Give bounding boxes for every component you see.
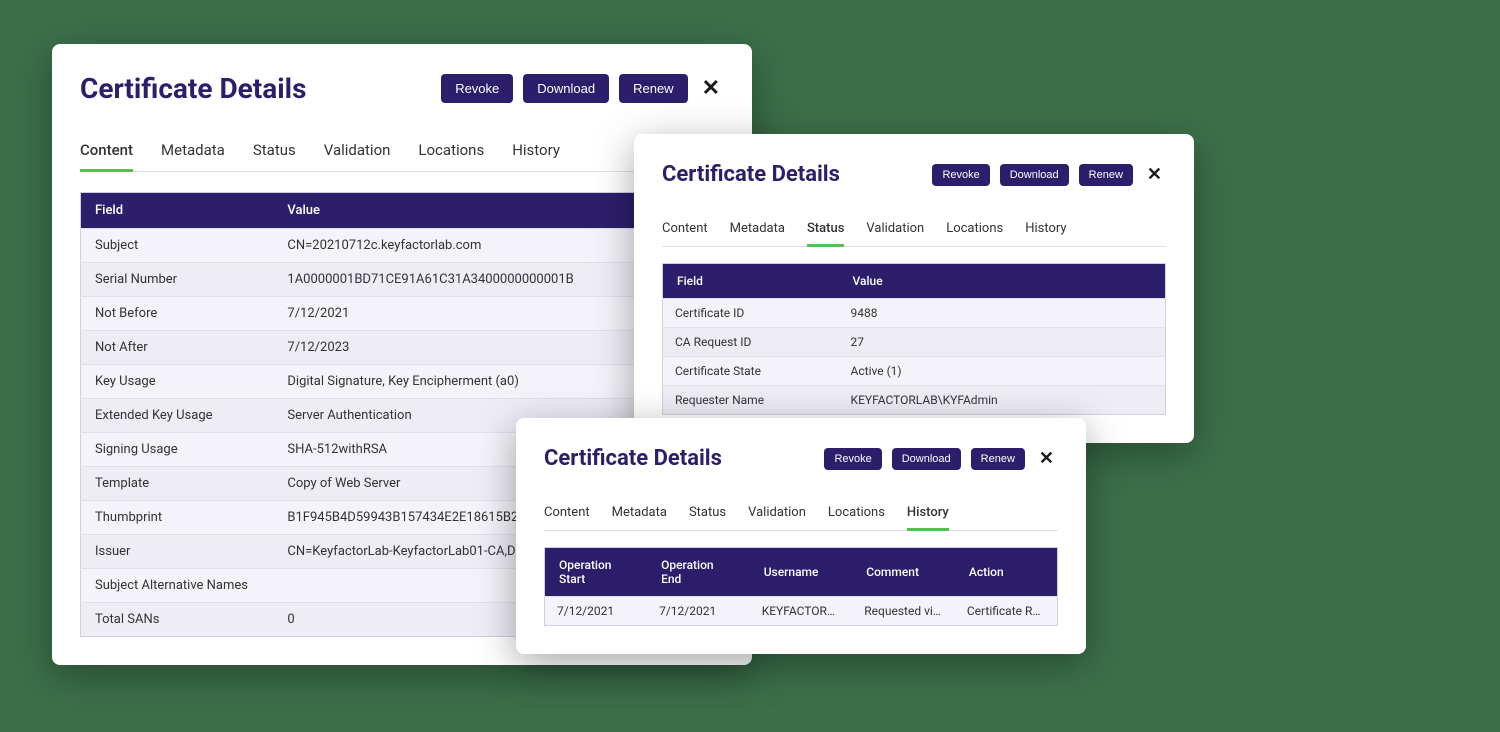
tab-metadata[interactable]: Metadata (730, 215, 785, 247)
renew-button[interactable]: Renew (1079, 164, 1133, 186)
download-button[interactable]: Download (523, 74, 609, 103)
tab-locations[interactable]: Locations (418, 133, 484, 172)
table-row[interactable]: Requester NameKEYFACTORLAB\KYFAdmin (663, 386, 1166, 415)
col-field: Field (81, 193, 274, 229)
table-row[interactable]: Certificate ID9488 (663, 299, 1166, 328)
revoke-button[interactable]: Revoke (441, 74, 513, 103)
col-action: Action (955, 548, 1058, 597)
tabs: Content Metadata Status Validation Locat… (80, 133, 724, 172)
cert-details-dialog-history: Certificate Details Revoke Download Rene… (516, 418, 1086, 654)
tabs: Content Metadata Status Validation Locat… (544, 499, 1058, 531)
table-row[interactable]: Not After7/12/2023 (81, 331, 724, 365)
header-actions: Revoke Download Renew ✕ (932, 164, 1166, 186)
status-table: Field Value Certificate ID9488 CA Reques… (662, 263, 1166, 415)
tab-history[interactable]: History (907, 499, 949, 531)
tab-validation[interactable]: Validation (748, 499, 806, 531)
tab-locations[interactable]: Locations (946, 215, 1003, 247)
col-value: Value (839, 264, 1166, 299)
tab-history[interactable]: History (512, 133, 560, 172)
tab-status[interactable]: Status (807, 215, 844, 247)
col-op-end: Operation End (647, 548, 750, 597)
table-row[interactable]: Serial Number1A0000001BD71CE91A61C31A340… (81, 263, 724, 297)
tab-content[interactable]: Content (662, 215, 708, 247)
download-button[interactable]: Download (892, 448, 961, 470)
close-icon[interactable]: ✕ (1035, 450, 1058, 468)
dialog-title: Certificate Details (662, 162, 840, 187)
history-table: Operation Start Operation End Username C… (544, 547, 1058, 626)
tab-metadata[interactable]: Metadata (161, 133, 225, 172)
table-row[interactable]: SubjectCN=20210712c.keyfactorlab.com (81, 229, 724, 263)
dialog-header: Certificate Details Revoke Download Rene… (80, 72, 724, 105)
download-button[interactable]: Download (1000, 164, 1069, 186)
header-actions: Revoke Download Renew ✕ (441, 74, 724, 103)
tab-content[interactable]: Content (544, 499, 590, 531)
dialog-title: Certificate Details (544, 446, 722, 471)
cert-details-dialog-status: Certificate Details Revoke Download Rene… (634, 134, 1194, 443)
tab-status[interactable]: Status (253, 133, 296, 172)
tab-history[interactable]: History (1025, 215, 1066, 247)
close-icon[interactable]: ✕ (698, 78, 724, 100)
tab-status[interactable]: Status (689, 499, 726, 531)
col-op-start: Operation Start (545, 548, 648, 597)
renew-button[interactable]: Renew (619, 74, 687, 103)
table-row[interactable]: Not Before7/12/2021 (81, 297, 724, 331)
col-username: Username (750, 548, 853, 597)
revoke-button[interactable]: Revoke (932, 164, 989, 186)
revoke-button[interactable]: Revoke (824, 448, 881, 470)
table-row[interactable]: CA Request ID27 (663, 328, 1166, 357)
dialog-header: Certificate Details Revoke Download Rene… (662, 162, 1166, 187)
table-row[interactable]: Certificate StateActive (1) (663, 357, 1166, 386)
close-icon[interactable]: ✕ (1143, 166, 1166, 184)
tabs: Content Metadata Status Validation Locat… (662, 215, 1166, 247)
header-actions: Revoke Download Renew ✕ (824, 448, 1058, 470)
tab-locations[interactable]: Locations (828, 499, 885, 531)
dialog-header: Certificate Details Revoke Download Rene… (544, 446, 1058, 471)
renew-button[interactable]: Renew (971, 448, 1025, 470)
tab-metadata[interactable]: Metadata (612, 499, 667, 531)
tab-content[interactable]: Content (80, 133, 133, 172)
tab-validation[interactable]: Validation (324, 133, 391, 172)
table-row[interactable]: Key UsageDigital Signature, Key Encipher… (81, 365, 724, 399)
tab-validation[interactable]: Validation (866, 215, 924, 247)
col-comment: Comment (852, 548, 955, 597)
table-row[interactable]: 7/12/2021 7/12/2021 KEYFACTORLA… Request… (545, 597, 1058, 626)
col-field: Field (663, 264, 839, 299)
dialog-title: Certificate Details (80, 72, 306, 105)
